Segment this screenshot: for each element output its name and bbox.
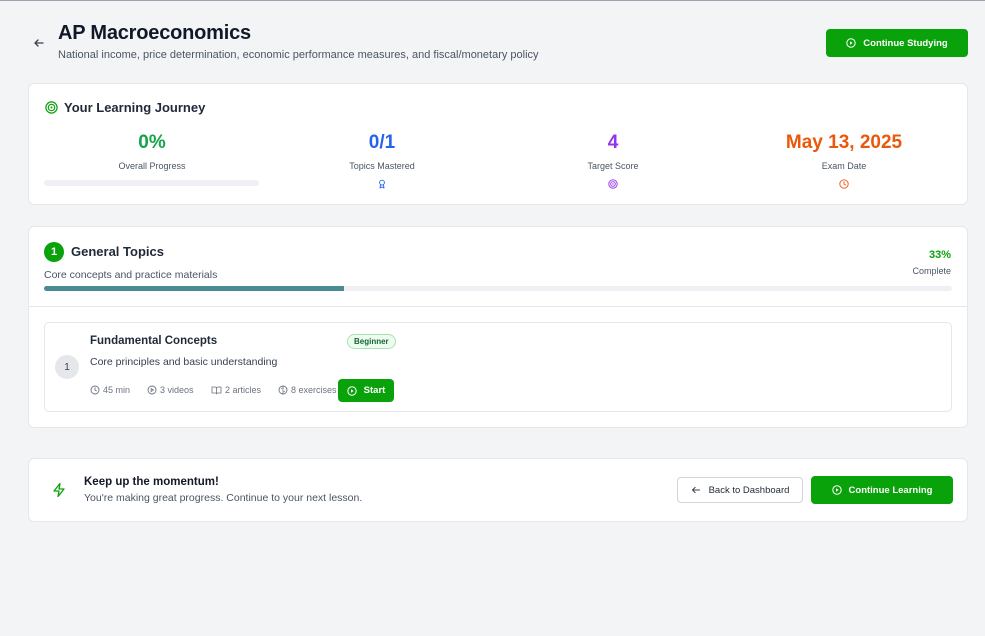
page-header: AP Macroeconomics National income, price… [28,20,968,68]
back-to-dashboard-label: Back to Dashboard [708,484,790,496]
page-title: AP Macroeconomics [58,22,251,44]
book-open-icon [211,386,222,395]
brain-icon [278,385,288,395]
articles-meta: 2 articles [211,385,261,395]
journey-title: Your Learning Journey [64,100,206,115]
back-to-dashboard-button[interactable]: Back to Dashboard [677,477,803,503]
section-progress-fill [44,286,344,291]
duration-meta: 45 min [90,385,130,395]
lesson-title: Fundamental Concepts [90,335,218,347]
lesson-card[interactable]: 1 Fundamental Concepts Beginner Core pri… [44,322,952,412]
lesson-number: 1 [55,355,79,379]
articles-text: 2 articles [225,385,262,395]
target-icon [608,179,618,189]
continue-learning-label: Continue Learning [848,484,933,496]
learning-journey-card: Your Learning Journey 0% Overall Progres… [28,83,968,205]
stat-value: 0/1 [368,132,396,153]
overall-progress-bar [44,180,259,186]
exercises-text: 8 exercises [291,385,337,395]
stat-label: Overall Progress [118,161,186,171]
continue-learning-button[interactable]: Continue Learning [811,476,953,504]
arrow-left-icon [691,486,700,494]
momentum-subtitle: You're making great progress. Continue t… [84,492,363,504]
continue-studying-button[interactable]: Continue Studying [826,29,968,57]
stat-overall-progress: 0% Overall Progress [44,131,260,171]
stat-target-score: 4 Target Score [505,131,721,189]
stat-value: May 13, 2025 [785,132,903,153]
section-percent: 33% [928,249,951,261]
stat-value: 4 [607,132,619,153]
back-arrow-icon[interactable] [32,36,46,50]
videos-text: 3 videos [160,385,194,395]
section-progress-bar [44,286,952,291]
play-circle-icon [846,38,856,48]
duration-text: 45 min [103,385,131,395]
stat-value: 0% [138,132,166,153]
start-lesson-button[interactable]: Start [338,379,394,402]
momentum-title: Keep up the momentum! [84,476,219,488]
section-number-badge: 1 [44,242,64,262]
section-percent-label: Complete [912,266,951,276]
page-subtitle: National income, price determination, ec… [58,49,539,61]
clock-icon [839,179,849,189]
general-topics-card: 1 General Topics Core concepts and pract… [28,226,968,428]
stat-label: Target Score [587,161,639,171]
start-label: Start [363,385,386,396]
target-icon [45,101,58,114]
award-icon [379,179,385,189]
continue-studying-label: Continue Studying [863,37,948,49]
stat-label: Exam Date [821,161,867,171]
stat-exam-date: May 13, 2025 Exam Date [736,131,952,189]
journey-header: Your Learning Journey [45,100,205,115]
momentum-banner: Keep up the momentum! You're making grea… [28,458,968,522]
divider [29,306,967,307]
section-subtitle: Core concepts and practice materials [44,269,218,281]
play-circle-icon [147,385,157,395]
stat-label: Topics Mastered [349,161,415,171]
videos-meta: 3 videos [147,385,194,395]
exercises-meta: 8 exercises [278,385,337,395]
lesson-description: Core principles and basic understanding [90,356,278,368]
play-circle-icon [831,485,842,495]
top-border [0,0,985,3]
play-circle-icon [346,385,357,396]
stat-topics-mastered: 0/1 Topics Mastered [274,131,490,189]
clock-icon [90,385,100,395]
section-title: General Topics [71,244,164,259]
lightning-icon [53,482,65,498]
level-badge: Beginner [347,334,396,349]
